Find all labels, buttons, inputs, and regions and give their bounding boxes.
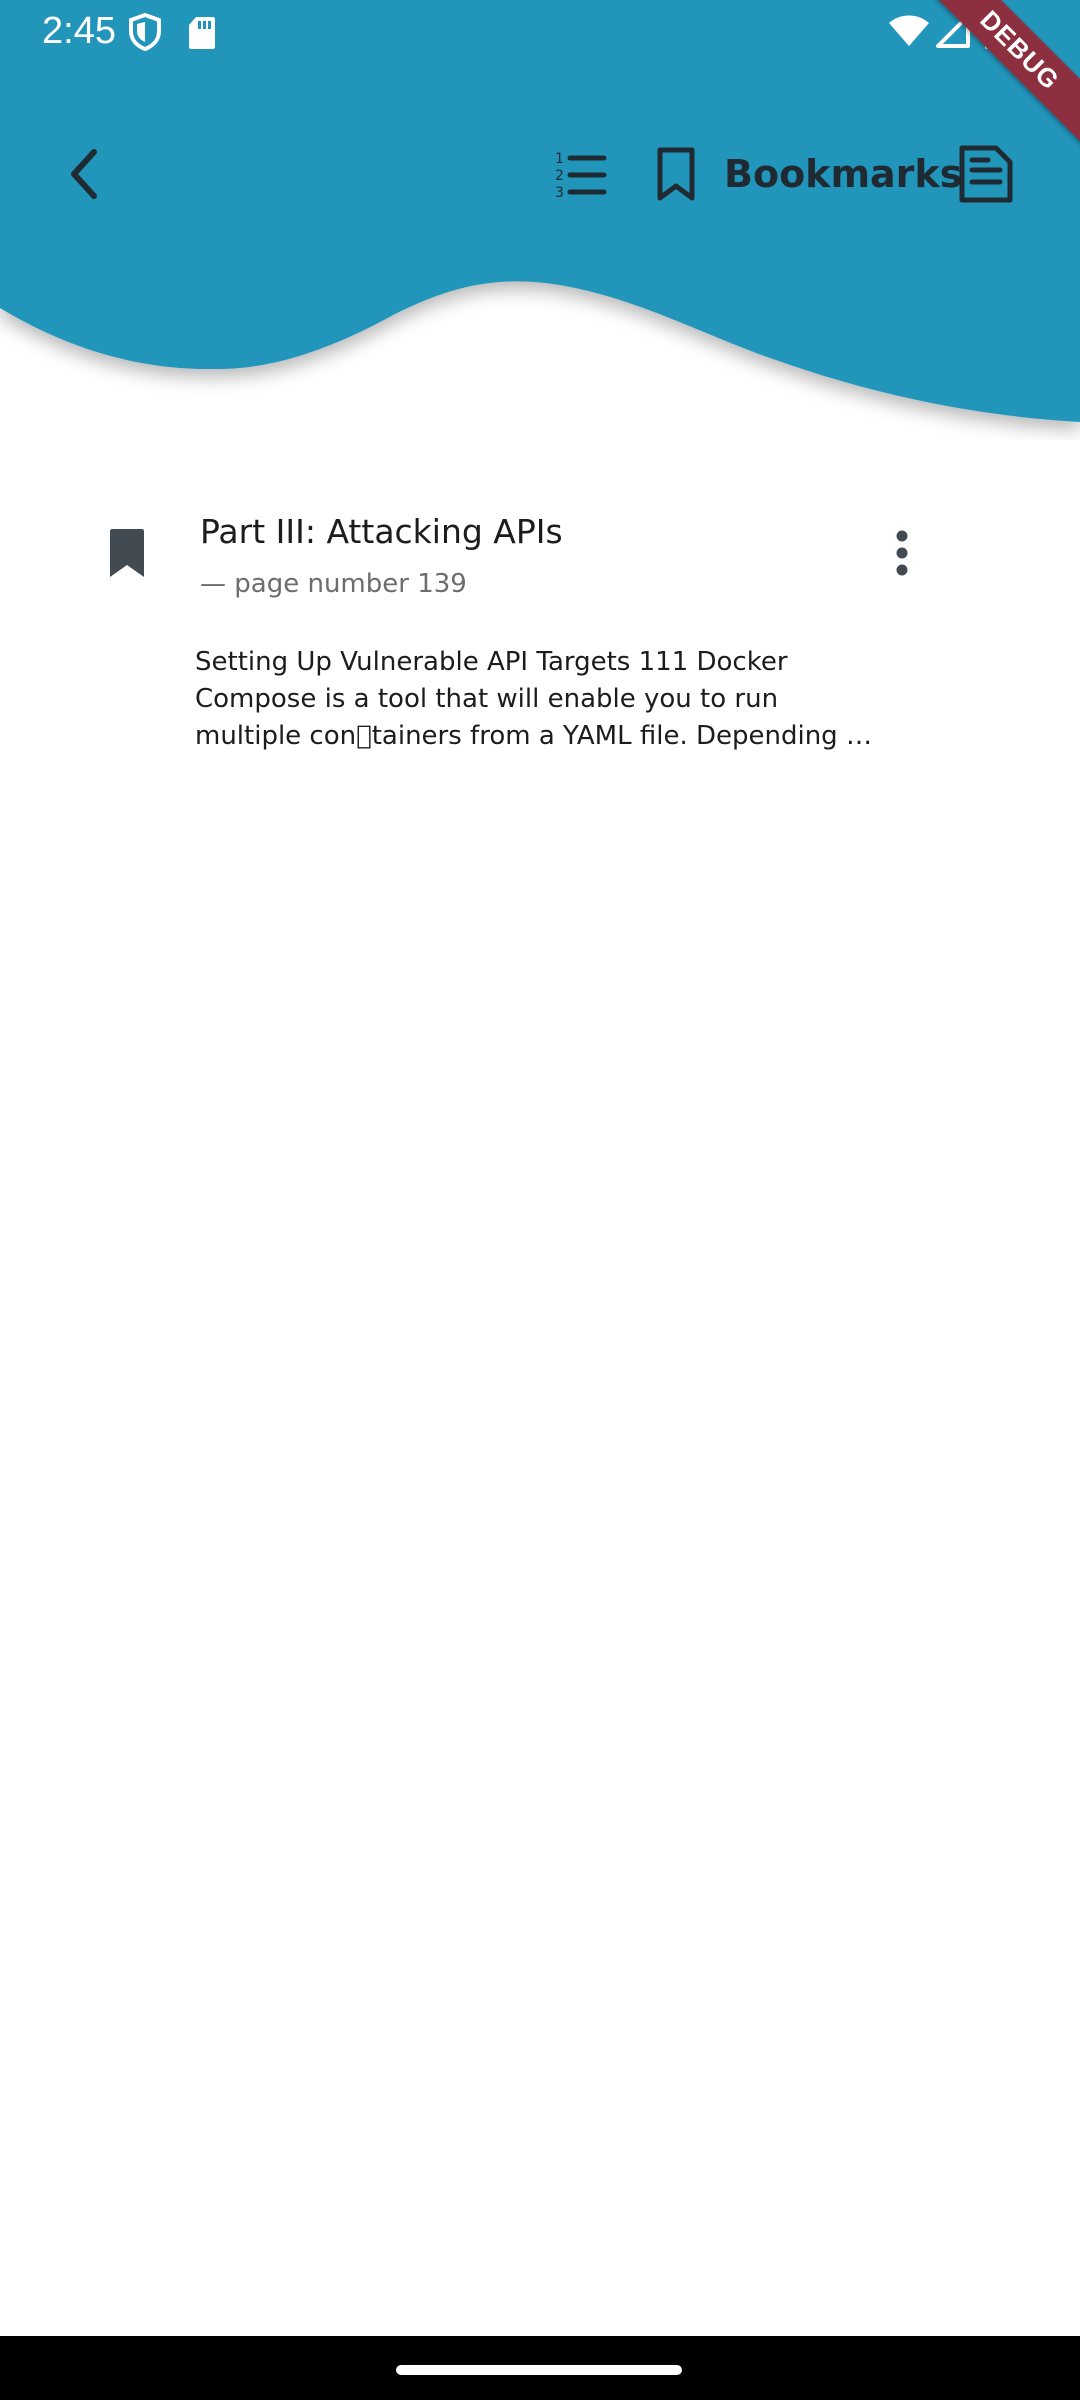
contents-button[interactable]: 1 2 3 — [548, 136, 624, 212]
home-gesture-handle[interactable] — [396, 2365, 682, 2375]
svg-text:1: 1 — [555, 151, 564, 167]
sd-card-icon — [189, 17, 215, 49]
more-vertical-icon — [896, 530, 908, 576]
bookmark-title: Part III: Attacking APIs — [200, 512, 563, 551]
svg-text:3: 3 — [555, 185, 564, 201]
document-icon — [959, 145, 1013, 203]
numbered-list-icon: 1 2 3 — [555, 151, 607, 201]
wifi-icon — [889, 15, 929, 46]
status-bar: 2:45 — [0, 0, 1080, 64]
chevron-left-icon — [71, 149, 97, 199]
bookmarks-tab[interactable]: Bookmarks — [648, 136, 962, 212]
bookmark-excerpt: Setting Up Vulnerable API Targets 111 Do… — [195, 647, 872, 751]
shield-icon — [129, 12, 161, 52]
back-button[interactable] — [50, 136, 126, 212]
status-time: 2:45 — [42, 10, 116, 52]
bookmark-filled-icon — [110, 529, 144, 577]
bookmark-more-button[interactable] — [878, 522, 926, 590]
svg-text:2: 2 — [555, 168, 564, 184]
bookmark-list-item[interactable]: Part III: Attacking APIs — page number 1… — [0, 480, 1080, 780]
header-wave-background — [0, 0, 1080, 422]
notes-button[interactable] — [948, 136, 1024, 212]
bookmark-outline-icon — [657, 147, 695, 201]
bookmark-page-number: — page number 139 — [200, 569, 467, 599]
bookmarks-title: Bookmarks — [724, 152, 963, 196]
